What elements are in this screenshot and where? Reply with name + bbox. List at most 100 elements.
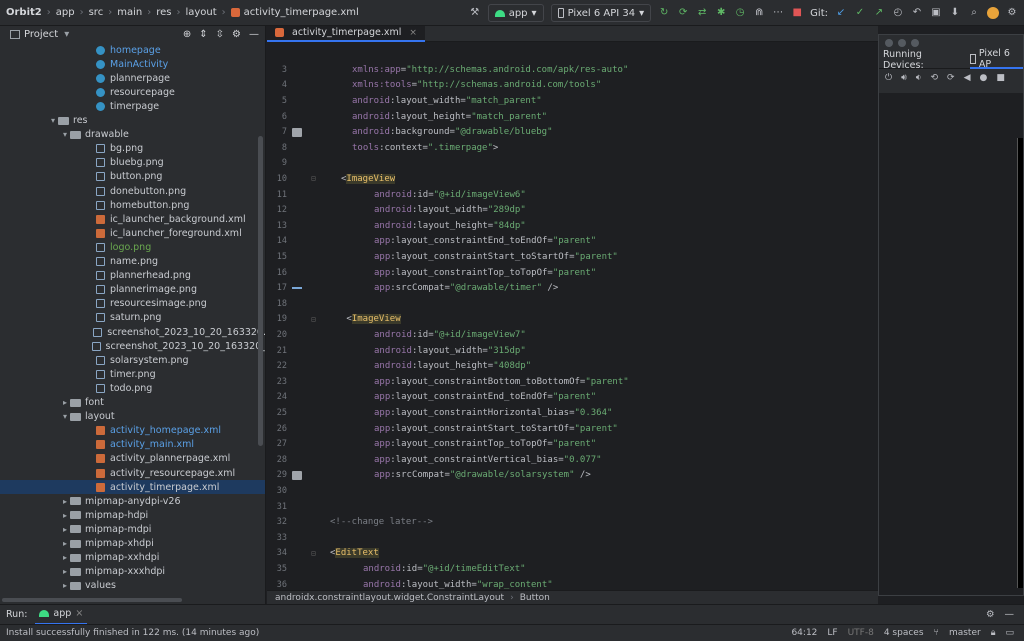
device-tab[interactable]: Pixel 6 AP <box>970 48 1023 70</box>
tree-file[interactable]: saturn.png <box>0 311 265 325</box>
code-line[interactable]: 5 android:layout_width="match_parent" <box>267 93 878 109</box>
tree-file[interactable]: homepage <box>0 43 265 57</box>
overview-icon[interactable]: ■ <box>996 73 1005 83</box>
tree-folder[interactable]: ▾ res <box>0 114 265 128</box>
tree-file[interactable]: name.png <box>0 255 265 269</box>
code-line[interactable]: 13 android:layout_height="84dp" <box>267 218 878 234</box>
tree-file[interactable]: solarsystem.png <box>0 353 265 367</box>
rollback-icon[interactable]: ↶ <box>911 7 923 19</box>
code-line[interactable]: 7 android:background="@drawable/bluebg" <box>267 124 878 140</box>
more-icon[interactable]: ⋯ <box>772 7 784 19</box>
attach-debugger-icon[interactable]: ⋒ <box>753 7 765 19</box>
breadcrumb-app[interactable]: app <box>56 7 75 18</box>
vertical-scrollbar[interactable] <box>258 136 263 446</box>
sdk-icon[interactable]: ⬇ <box>949 7 961 19</box>
fold-icon[interactable]: ⊟ <box>311 315 316 324</box>
code-line[interactable]: 12 android:layout_width="289dp" <box>267 202 878 218</box>
tree-folder[interactable]: ▸ mipmap-hdpi <box>0 508 265 522</box>
git-commit-icon[interactable]: ✓ <box>854 7 866 19</box>
lock-icon[interactable]: 🔒︎ <box>991 628 996 638</box>
indent-setting[interactable]: 4 spaces <box>884 628 924 638</box>
code-line[interactable]: 35 android:id="@+id/timeEditText" <box>267 561 878 577</box>
run-tab-app[interactable]: app × <box>35 605 88 625</box>
code-line[interactable]: 10 ⊟ <ImageView <box>267 171 878 187</box>
home-icon[interactable]: ● <box>979 73 987 83</box>
tree-file[interactable]: activity_resourcepage.xml <box>0 466 265 480</box>
tree-folder[interactable]: ▸ mipmap-xhdpi <box>0 537 265 551</box>
power-icon[interactable]: ⏻ <box>885 73 892 83</box>
zoom-window-button[interactable] <box>911 39 919 47</box>
tree-file[interactable]: donebutton.png <box>0 184 265 198</box>
code-line[interactable]: 17 app:srcCompat="@drawable/timer" /> <box>267 280 878 296</box>
expand-all-icon[interactable]: ⇕ <box>199 29 207 40</box>
run-config-select[interactable]: app ▾ <box>487 4 544 22</box>
tree-folder[interactable]: ▾ layout <box>0 410 265 424</box>
code-line[interactable]: 20 android:id="@+id/imageView7" <box>267 327 878 343</box>
tree-file[interactable]: resourcepage <box>0 85 265 99</box>
code-line[interactable]: 6 android:layout_height="match_parent" <box>267 109 878 125</box>
memory-indicator-icon[interactable]: ▭ <box>1005 628 1014 638</box>
status-message[interactable]: Install successfully finished in 122 ms.… <box>6 628 259 638</box>
stop-icon[interactable]: ■ <box>791 7 803 19</box>
chevron-right-icon[interactable]: ▸ <box>60 539 70 548</box>
rotate-left-icon[interactable]: ⟲ <box>930 73 938 83</box>
close-icon[interactable]: × <box>75 608 83 619</box>
code-line[interactable]: 32 <!--change later--> <box>267 514 878 530</box>
collapse-all-icon[interactable]: ⇳ <box>216 29 224 40</box>
tree-file[interactable]: timer.png <box>0 367 265 381</box>
gear-icon[interactable]: ⚙ <box>232 29 241 40</box>
project-panel-title[interactable]: Project <box>24 29 58 40</box>
device-screen-area[interactable] <box>879 93 1023 595</box>
code-line[interactable]: 28 app:layout_constraintVertical_bias="0.… <box>267 452 878 468</box>
tree-folder[interactable]: ▸ mipmap-xxxhdpi <box>0 565 265 579</box>
tree-folder[interactable]: ▸ mipmap-mdpi <box>0 522 265 536</box>
tree-folder[interactable]: ▸ font <box>0 396 265 410</box>
update-icon[interactable] <box>987 7 999 19</box>
chevron-right-icon[interactable]: ▸ <box>60 567 70 576</box>
code-line[interactable]: 3 xmlns:app="http://schemas.android.com/a… <box>267 62 878 78</box>
breadcrumb-main[interactable]: main <box>117 7 142 18</box>
tree-file[interactable]: ic_launcher_background.xml <box>0 212 265 226</box>
code-line[interactable]: 25 app:layout_constraintHorizontal_bias="… <box>267 405 878 421</box>
minimize-icon[interactable]: — <box>249 29 259 40</box>
volume-down-icon[interactable]: 🔉︎ <box>916 73 922 83</box>
history-icon[interactable]: ◴ <box>892 7 904 19</box>
device-manager-icon[interactable]: ▣ <box>930 7 942 19</box>
git-update-icon[interactable]: ↙ <box>835 7 847 19</box>
tree-file[interactable]: plannerimage.png <box>0 283 265 297</box>
code-line[interactable]: 30 <box>267 483 878 499</box>
breadcrumb-layout[interactable]: layout <box>185 7 216 18</box>
file-encoding[interactable]: UTF-8 <box>848 628 874 638</box>
code-line[interactable]: 8 tools:context=".timerpage"> <box>267 140 878 156</box>
breadcrumb-project[interactable]: Orbit2 <box>6 7 42 18</box>
profile-icon[interactable]: ◷ <box>734 7 746 19</box>
breadcrumb-button[interactable]: Button <box>520 593 550 603</box>
tree-file[interactable]: plannerhead.png <box>0 269 265 283</box>
code-line[interactable]: 23 app:layout_constraintBottom_toBottomOf… <box>267 374 878 390</box>
minimize-icon[interactable]: — <box>1005 609 1015 620</box>
code-line[interactable]: 27 app:layout_constraintTop_toTopOf="pare… <box>267 436 878 452</box>
close-icon[interactable]: × <box>409 28 417 38</box>
tree-file[interactable]: plannerpage <box>0 71 265 85</box>
search-icon[interactable]: ⌕ <box>968 7 980 19</box>
tree-file[interactable]: activity_plannerpage.xml <box>0 452 265 466</box>
close-window-button[interactable] <box>885 39 893 47</box>
code-line[interactable]: 19 ⊟ <ImageView <box>267 312 878 328</box>
image-preview-icon[interactable] <box>292 470 302 480</box>
tree-folder[interactable]: ▸ mipmap-anydpi-v26 <box>0 494 265 508</box>
code-line[interactable]: 11 android:id="@+id/imageView6" <box>267 187 878 203</box>
tree-folder[interactable]: ▸ mipmap-xxhdpi <box>0 551 265 565</box>
code-line[interactable]: 16 app:layout_constraintTop_toTopOf="pare… <box>267 265 878 281</box>
breadcrumb-src[interactable]: src <box>89 7 104 18</box>
breadcrumb-constraintlayout[interactable]: androidx.constraintlayout.widget.Constra… <box>275 593 504 603</box>
breadcrumb-res[interactable]: res <box>156 7 171 18</box>
git-branch[interactable]: master <box>949 628 981 638</box>
chevron-right-icon[interactable]: ▸ <box>60 511 70 520</box>
back-icon[interactable]: ◀ <box>964 73 971 83</box>
tree-file[interactable]: activity_timerpage.xml <box>0 480 265 495</box>
code-line[interactable]: 21 android:layout_width="315dp" <box>267 343 878 359</box>
code-line[interactable]: 24 app:layout_constraintEnd_toEndOf="pare… <box>267 390 878 406</box>
rerun-icon[interactable]: ↻ <box>658 7 670 19</box>
tree-file[interactable]: bluebg.png <box>0 156 265 170</box>
locate-icon[interactable]: ⊕ <box>183 29 191 40</box>
